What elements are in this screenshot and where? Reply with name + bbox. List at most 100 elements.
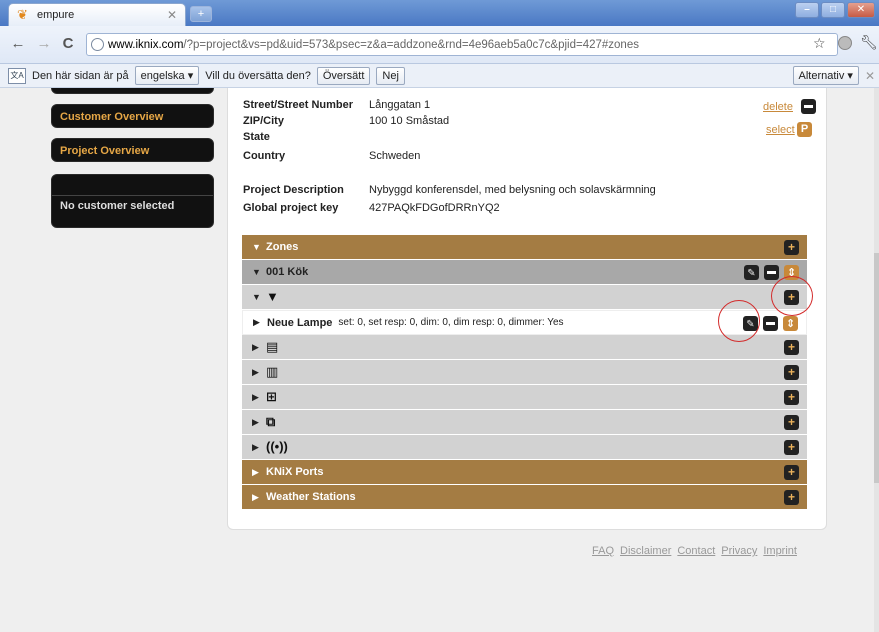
select-link[interactable]: select — [766, 124, 795, 136]
lamp-icon: ▼ — [266, 289, 279, 304]
language-select[interactable]: engelska ▾ — [134, 66, 200, 85]
category-row-sensor[interactable]: ▶ ((•)) — [242, 435, 807, 460]
device-name: Neue Lampe — [267, 316, 333, 329]
footer-link-privacy[interactable]: Privacy — [721, 545, 757, 557]
translate-bar: 文A Den här sidan är på engelska ▾ Vill d… — [0, 64, 879, 88]
knix-ports-row[interactable]: ▶ KNiX Ports — [242, 460, 807, 485]
sidebar-item-project-overview[interactable]: Project Overview — [51, 138, 214, 162]
add-zone-icon[interactable] — [784, 240, 799, 255]
add-port-icon[interactable] — [784, 465, 799, 480]
row-actions — [784, 440, 799, 455]
switch-group-icon: ⊞ — [266, 389, 277, 404]
zone-label: 001 Kök — [266, 266, 309, 278]
scrollbar-thumb[interactable] — [874, 253, 879, 483]
sidebar-item-customer-overview[interactable]: Customer Overview — [51, 104, 214, 128]
footer-link-imprint[interactable]: Imprint — [763, 545, 797, 557]
translate-prefix: Den här sidan är på — [32, 69, 129, 82]
wrench-icon[interactable]: 🔧︎ — [860, 34, 878, 51]
footer-links: FAQ Disclaimer Contact Privacy Imprint — [592, 545, 797, 557]
delete-icon[interactable] — [801, 99, 816, 114]
row-actions — [784, 365, 799, 380]
weather-stations-label: Weather Stations — [266, 491, 356, 503]
edit-icon[interactable] — [744, 265, 759, 280]
weather-stations-row[interactable]: ▶ Weather Stations — [242, 485, 807, 510]
device-detail: set: 0, set resp: 0, dim: 0, dim resp: 0… — [338, 317, 564, 328]
browser-toolbar: ← → C www.iknix.com/?p=project&vs=pd&uid… — [0, 26, 879, 64]
row-actions — [784, 490, 799, 505]
scene-icon: ⧉ — [266, 414, 276, 429]
expand-caret-icon[interactable]: ▼ — [252, 292, 266, 302]
zone-row[interactable]: ▼ 001 Kök — [242, 260, 807, 285]
expand-caret-icon[interactable]: ▼ — [252, 242, 266, 252]
no-customer-label: No customer selected — [52, 195, 213, 212]
add-device-icon[interactable] — [784, 340, 799, 355]
remove-icon[interactable] — [763, 316, 778, 331]
bookmark-star-icon[interactable]: ☆ — [813, 35, 826, 52]
knix-ports-label: KNiX Ports — [266, 466, 324, 478]
sidebar-item-label: Project Overview — [60, 145, 150, 157]
footer-link-faq[interactable]: FAQ — [592, 545, 614, 557]
back-icon[interactable]: ← — [10, 35, 26, 52]
url-text: www.iknix.com/?p=project&vs=pd&uid=573&p… — [108, 38, 639, 51]
expand-caret-icon[interactable]: ▶ — [252, 417, 266, 428]
add-device-icon[interactable] — [784, 390, 799, 405]
browser-tab[interactable]: ❦ empure ✕ — [8, 3, 186, 26]
add-device-icon[interactable] — [784, 365, 799, 380]
add-device-icon[interactable] — [784, 440, 799, 455]
delete-link[interactable]: delete — [763, 101, 793, 113]
zones-header-row[interactable]: ▼ Zones — [242, 235, 807, 260]
heater-icon: ▥ — [266, 364, 279, 379]
expand-caret-icon[interactable]: ▶ — [252, 342, 266, 353]
row-actions — [784, 390, 799, 405]
close-tab-icon[interactable]: ✕ — [167, 8, 177, 22]
maximize-icon[interactable]: □ — [821, 2, 845, 18]
row-actions — [784, 240, 799, 255]
window-controls: – □ ✕ — [795, 2, 875, 18]
row-actions — [784, 415, 799, 430]
add-device-icon[interactable] — [784, 415, 799, 430]
reorder-icon[interactable] — [783, 316, 798, 331]
footer-link-contact[interactable]: Contact — [677, 545, 715, 557]
expand-caret-icon[interactable]: ▶ — [252, 367, 266, 378]
options-button[interactable]: Alternativ ▾ — [792, 66, 859, 85]
translate-icon: 文A — [8, 67, 26, 84]
expand-caret-icon[interactable]: ▶ — [252, 442, 266, 453]
annotation-circle-edit — [718, 300, 760, 342]
expand-caret-icon[interactable]: ▶ — [252, 392, 266, 403]
remove-icon[interactable] — [764, 265, 779, 280]
add-weather-station-icon[interactable] — [784, 490, 799, 505]
category-row-switch-group[interactable]: ▶ ⊞ — [242, 385, 807, 410]
new-tab-button[interactable]: + — [190, 6, 212, 22]
select-project-icon[interactable]: P — [797, 122, 812, 137]
sidebar-top-box[interactable] — [51, 88, 214, 94]
footer-link-disclaimer[interactable]: Disclaimer — [620, 545, 671, 557]
expand-caret-icon[interactable]: ▶ — [252, 492, 266, 503]
close-translate-icon[interactable]: ✕ — [865, 69, 875, 83]
row-actions — [784, 340, 799, 355]
category-row-heater[interactable]: ▶ ▥ — [242, 360, 807, 385]
page-info-icon[interactable] — [91, 38, 104, 51]
expand-caret-icon[interactable]: ▶ — [252, 467, 266, 478]
close-window-icon[interactable]: ✕ — [847, 2, 875, 18]
customer-status-box: No customer selected — [51, 174, 214, 228]
address-bar[interactable]: www.iknix.com/?p=project&vs=pd&uid=573&p… — [86, 33, 838, 56]
tab-title: empure — [37, 9, 75, 21]
reload-icon[interactable]: C — [60, 35, 76, 52]
no-translate-button[interactable]: Nej — [376, 66, 405, 85]
category-row-scene[interactable]: ▶ ⧉ — [242, 410, 807, 435]
translate-button[interactable]: Översätt — [316, 66, 371, 85]
forward-icon[interactable]: → — [36, 35, 52, 52]
expand-caret-icon[interactable]: ▼ — [252, 267, 266, 277]
expand-caret-icon[interactable]: ▶ — [253, 317, 267, 328]
translate-question: Vill du översätta den? — [205, 69, 311, 82]
sidebar-item-label: Customer Overview — [60, 111, 164, 123]
sensor-icon: ((•)) — [266, 439, 288, 454]
annotation-circle-add — [771, 276, 813, 316]
category-row-blind[interactable]: ▶ ▤ — [242, 335, 807, 360]
minimize-icon[interactable]: – — [795, 2, 819, 18]
extension-icon[interactable] — [838, 36, 852, 50]
zones-label: Zones — [266, 241, 299, 253]
row-actions — [784, 465, 799, 480]
zones-tree: ▼ Zones ▼ 001 Kök ▼ ▼ ▶ Neue Lampe set: … — [242, 235, 807, 510]
blind-icon: ▤ — [266, 339, 279, 354]
